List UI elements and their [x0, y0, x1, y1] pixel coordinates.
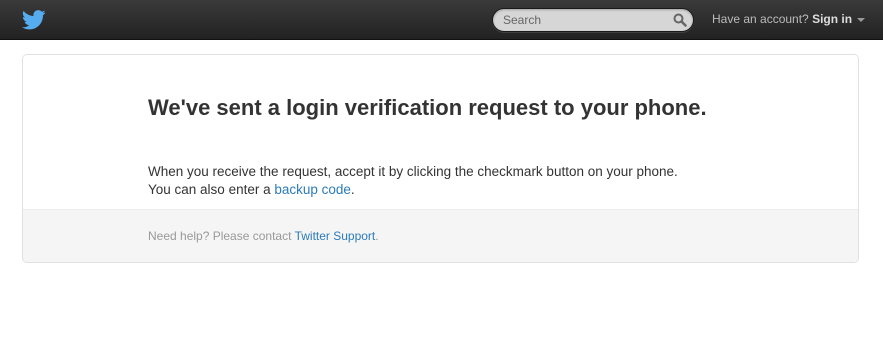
page-title: We've sent a login verification request … — [148, 95, 707, 120]
backup-code-link[interactable]: backup code — [274, 182, 351, 197]
card-footer: Need help? Please contact Twitter Suppor… — [23, 209, 858, 262]
search-input[interactable] — [503, 11, 663, 29]
help-prefix: Need help? Please contact — [148, 229, 295, 243]
sign-in-link[interactable]: Sign in — [812, 12, 852, 26]
help-suffix: . — [375, 229, 379, 243]
help-text: Need help? Please contact Twitter Suppor… — [148, 229, 379, 243]
verification-card: We've sent a login verification request … — [22, 54, 859, 263]
instructions: When you receive the request, accept it … — [148, 163, 748, 199]
card-body: We've sent a login verification request … — [23, 55, 858, 209]
account-prompt: Have an account? — [712, 12, 809, 26]
top-navigation-bar: Have an account? Sign in — [0, 0, 883, 40]
twitter-support-link[interactable]: Twitter Support — [295, 229, 376, 243]
backup-suffix: . — [350, 182, 355, 197]
instruction-line-2: You can also enter a backup code. — [148, 181, 748, 199]
twitter-bird-icon[interactable] — [22, 9, 46, 31]
account-area: Have an account? Sign in — [712, 12, 866, 28]
backup-prefix: You can also enter a — [148, 182, 275, 197]
chevron-down-icon[interactable] — [857, 17, 866, 22]
search-box[interactable] — [492, 8, 694, 32]
search-icon[interactable] — [673, 13, 687, 27]
instruction-line-1: When you receive the request, accept it … — [148, 164, 678, 179]
